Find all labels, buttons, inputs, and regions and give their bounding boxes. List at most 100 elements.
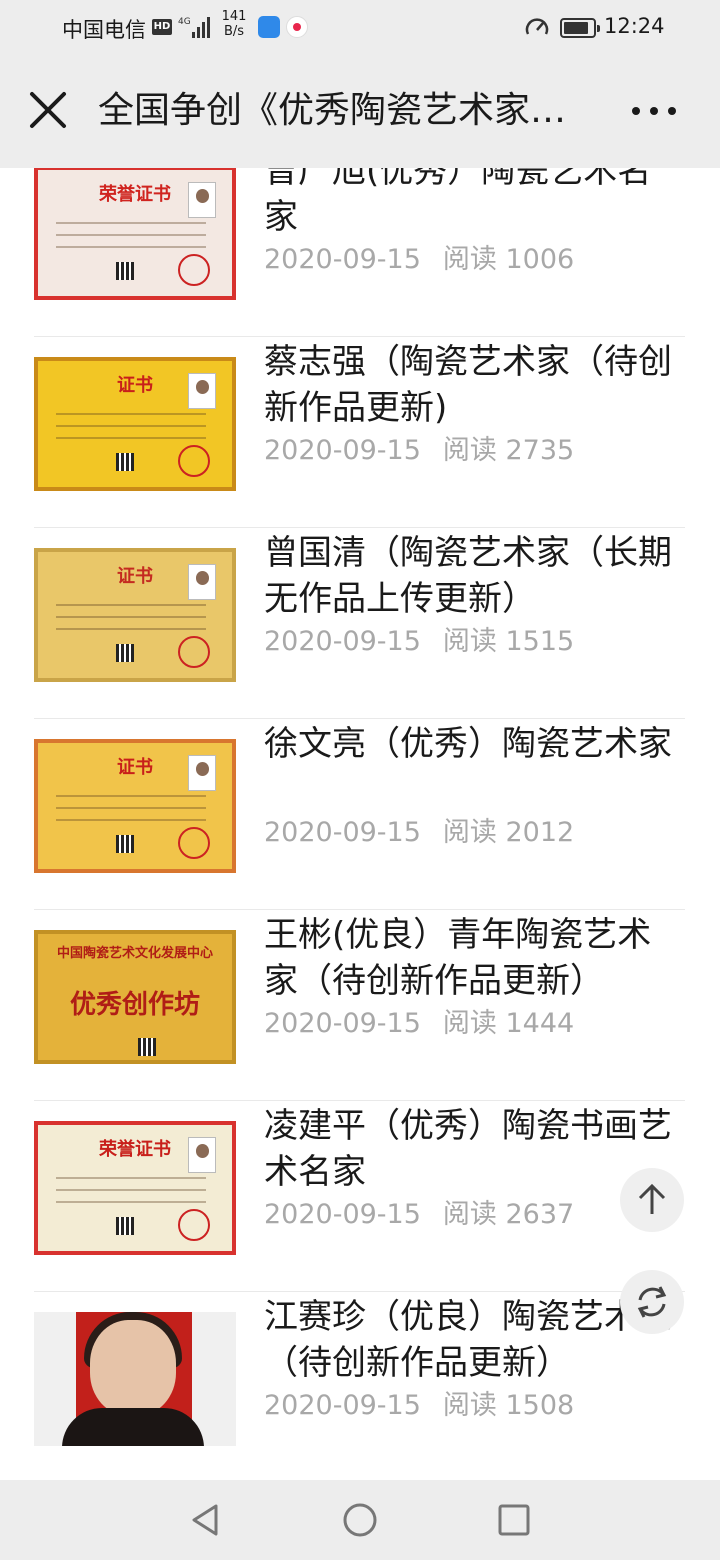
certificate-text-line: [56, 807, 206, 809]
certificate-text-line: [56, 616, 206, 618]
article-thumbnail: 荣誉证书: [34, 168, 236, 300]
article-date: 2020-09-15: [264, 1008, 421, 1039]
article-read-count: 阅读 1508: [442, 1390, 575, 1421]
article-meta: 2020-09-15 阅读 2735: [264, 435, 574, 467]
article-title[interactable]: 曾广旭(优秀）陶瓷艺术名家: [264, 168, 679, 240]
weibo-icon: [286, 16, 308, 38]
article-item[interactable]: 中国陶瓷艺术文化发展中心 优秀创作坊 王彬(优良）青年陶瓷艺术家（待创新作品更新） 2…: [34, 910, 685, 1101]
article-item[interactable]: 荣誉证书 曾广旭(优秀）陶瓷艺术名家 2020-09-15 阅读 1006: [34, 168, 685, 337]
clock: 12:24: [604, 14, 665, 38]
data-rate: 141 B/s: [220, 9, 248, 39]
article-read-count: 阅读 2637: [442, 1199, 575, 1230]
article-thumbnail: 证书: [34, 739, 236, 873]
article-meta: 2020-09-15 阅读 1006: [264, 244, 574, 276]
status-bar: 中国电信 HD 4G 141 B/s 12:24: [0, 0, 720, 56]
article-thumbnail: 证书: [34, 357, 236, 491]
certificate-text-line: [56, 1201, 206, 1203]
article-read-count: 阅读 2012: [442, 817, 575, 848]
scroll-top-button[interactable]: [620, 1168, 684, 1232]
home-circle-icon[interactable]: [340, 1500, 380, 1540]
qr-code: [116, 644, 134, 662]
article-meta: 2020-09-15 阅读 2012: [264, 817, 574, 849]
article-read-count: 阅读 1444: [442, 1008, 575, 1039]
certificate-photo: [188, 564, 216, 600]
red-seal: [178, 1209, 210, 1241]
article-read-count: 阅读 1006: [442, 244, 575, 275]
system-nav-bar: [0, 1480, 720, 1560]
article-title[interactable]: 王彬(优良）青年陶瓷艺术家（待创新作品更新）: [264, 912, 679, 1004]
qr-code: [116, 262, 134, 280]
recent-square-icon[interactable]: [494, 1500, 534, 1540]
certificate-photo: [188, 755, 216, 791]
article-date: 2020-09-15: [264, 1199, 421, 1230]
arrow-up-icon: [638, 1183, 666, 1214]
article-item[interactable]: 荣誉证书 凌建平（优秀）陶瓷书画艺术名家 2020-09-15 阅读 2637: [34, 1101, 685, 1292]
qr-code: [116, 835, 134, 853]
article-title[interactable]: 徐文亮（优秀）陶瓷艺术家: [264, 721, 679, 767]
qr-code: [138, 1038, 156, 1056]
article-thumbnail: 证书: [34, 548, 236, 682]
red-seal: [178, 254, 210, 286]
refresh-icon: [637, 1286, 667, 1318]
article-title[interactable]: 凌建平（优秀）陶瓷书画艺术名家: [264, 1103, 679, 1195]
thumbnail-banner-text: 优秀创作坊: [69, 990, 200, 1020]
article-item[interactable]: 证书 蔡志强（陶瓷艺术家（待创新作品更新) 2020-09-15 阅读 2735: [34, 337, 685, 528]
page-title: 全国争创《优秀陶瓷艺术家…: [98, 90, 567, 131]
article-item[interactable]: 证书 徐文亮（优秀）陶瓷艺术家 2020-09-15 阅读 2012: [34, 719, 685, 910]
article-list: 荣誉证书 曾广旭(优秀）陶瓷艺术名家 2020-09-15 阅读 1006 证书 蔡志强（…: [0, 168, 720, 1480]
certificate-photo: [188, 182, 216, 218]
qr-code: [116, 453, 134, 471]
signal-icon: 4G: [178, 17, 210, 38]
article-item[interactable]: 江赛珍（优良）陶瓷艺术家（待创新作品更新） 2020-09-15 阅读 1508: [34, 1292, 685, 1480]
article-thumbnail: 中国陶瓷艺术文化发展中心优秀创作坊: [34, 930, 236, 1064]
article-date: 2020-09-15: [264, 244, 421, 275]
article-meta: 2020-09-15 阅读 1508: [264, 1390, 574, 1422]
article-meta: 2020-09-15 阅读 1444: [264, 1008, 574, 1040]
article-title[interactable]: 蔡志强（陶瓷艺术家（待创新作品更新): [264, 339, 679, 431]
article-date: 2020-09-15: [264, 817, 421, 848]
certificate-text-line: [56, 628, 206, 630]
certificate-text-line: [56, 1177, 206, 1179]
hd-badge: HD: [152, 19, 172, 35]
article-date: 2020-09-15: [264, 626, 421, 657]
app-notification-icon: [258, 16, 280, 38]
speed-icon: [525, 18, 549, 35]
certificate-text-line: [56, 604, 206, 606]
data-rate-value: 141: [221, 9, 247, 24]
red-seal: [178, 445, 210, 477]
battery-icon: [560, 18, 600, 38]
article-date: 2020-09-15: [264, 1390, 421, 1421]
article-title[interactable]: 曾国清（陶瓷艺术家（长期无作品上传更新）: [264, 530, 679, 622]
certificate-photo: [188, 1137, 216, 1173]
article-meta: 2020-09-15 阅读 1515: [264, 626, 574, 658]
article-date: 2020-09-15: [264, 435, 421, 466]
title-bar: 全国争创《优秀陶瓷艺术家…: [0, 56, 720, 168]
network-type: 4G: [178, 17, 191, 27]
article-read-count: 阅读 2735: [442, 435, 575, 466]
article-thumbnail: [34, 1312, 236, 1446]
qr-code: [116, 1217, 134, 1235]
close-icon[interactable]: [24, 86, 72, 134]
article-meta: 2020-09-15 阅读 2637: [264, 1199, 574, 1231]
certificate-text-line: [56, 425, 206, 427]
portrait-body: [62, 1408, 204, 1446]
refresh-button[interactable]: [620, 1270, 684, 1334]
article-item[interactable]: 证书 曾国清（陶瓷艺术家（长期无作品上传更新） 2020-09-15 阅读 1515: [34, 528, 685, 719]
article-thumbnail: 荣誉证书: [34, 1121, 236, 1255]
more-icon[interactable]: [626, 92, 682, 128]
data-rate-unit: B/s: [223, 24, 245, 39]
article-title[interactable]: 江赛珍（优良）陶瓷艺术家（待创新作品更新）: [264, 1294, 679, 1386]
certificate-text-line: [56, 222, 206, 224]
certificate-text-line: [56, 795, 206, 797]
certificate-text-line: [56, 413, 206, 415]
article-read-count: 阅读 1515: [442, 626, 575, 657]
certificate-text-line: [56, 234, 206, 236]
certificate-photo: [188, 373, 216, 409]
back-triangle-icon[interactable]: [186, 1500, 226, 1540]
certificate-text-line: [56, 437, 206, 439]
carrier-label: 中国电信: [62, 18, 146, 42]
certificate-text-line: [56, 246, 206, 248]
certificate-text-line: [56, 819, 206, 821]
thumbnail-heading: 中国陶瓷艺术文化发展中心: [56, 946, 213, 961]
red-seal: [178, 636, 210, 668]
